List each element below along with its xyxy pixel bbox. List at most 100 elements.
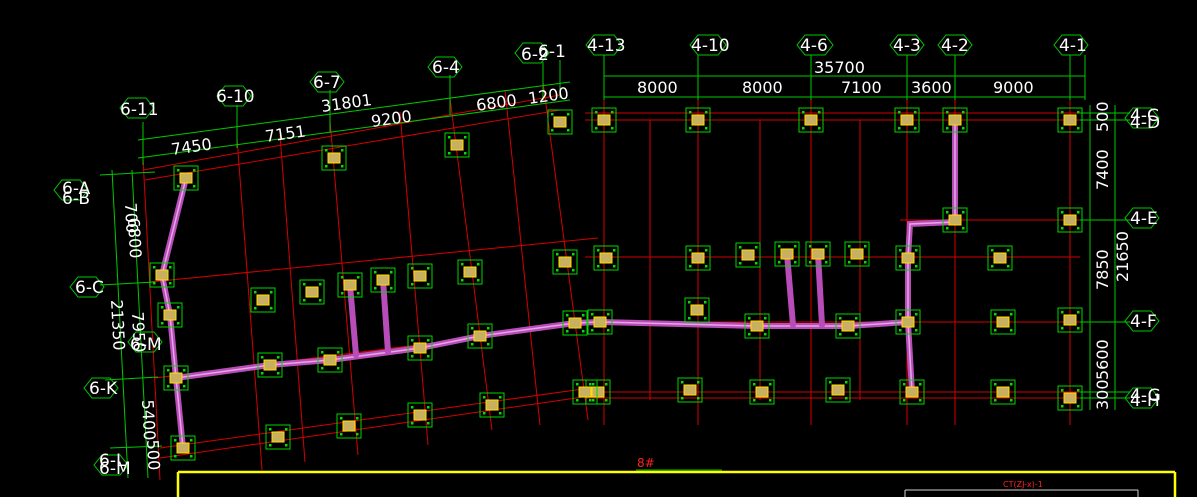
pile-marker xyxy=(994,383,997,386)
pile-marker xyxy=(277,372,280,375)
pile-marker xyxy=(277,356,280,359)
pile-marker xyxy=(411,422,414,425)
pile-marker xyxy=(254,291,257,294)
pile-marker xyxy=(592,383,595,386)
dim-right-4: 5600 xyxy=(1093,339,1112,380)
pile-marker xyxy=(572,253,575,256)
pile-marker xyxy=(898,127,901,130)
pile-marker xyxy=(818,127,821,130)
pile-cap xyxy=(553,116,567,128)
foundation-plan-drawing: 4-13 4-10 4-6 4-3 4-2 4-1 4-C 4-D 4-E 4-… xyxy=(53,34,1177,497)
pile-marker xyxy=(167,385,170,388)
pile-marker xyxy=(153,266,156,269)
pile-marker xyxy=(899,329,902,332)
pile-marker xyxy=(592,399,595,402)
pile-marker xyxy=(567,129,570,132)
pile-marker xyxy=(613,265,616,268)
pile-marker xyxy=(705,249,708,252)
pile-marker xyxy=(477,279,480,282)
pile-marker xyxy=(576,399,579,402)
pile-marker xyxy=(269,428,272,431)
pile-marker xyxy=(1061,211,1064,214)
pile-marker xyxy=(341,292,344,295)
pile-marker xyxy=(688,317,691,320)
pile-cap xyxy=(327,152,341,164)
pile-marker xyxy=(427,339,430,342)
pile-marker xyxy=(764,333,767,336)
pile-cap xyxy=(323,354,337,366)
pile-marker xyxy=(427,422,430,425)
pile-marker xyxy=(903,383,906,386)
pile-marker xyxy=(461,279,464,282)
pile-marker xyxy=(325,165,328,168)
axis-4-2: 4-2 xyxy=(941,36,969,56)
pile-cap xyxy=(473,330,487,342)
pile-cap xyxy=(905,386,919,398)
axis-4-h: 4-H xyxy=(1130,391,1160,411)
pile-cap xyxy=(169,372,183,384)
dim-right-total: 21650 xyxy=(1113,231,1132,282)
pile-marker xyxy=(681,397,684,400)
pile-marker xyxy=(915,249,918,252)
pile-marker xyxy=(755,246,758,249)
pile-cap xyxy=(450,139,464,151)
pile-marker xyxy=(551,113,554,116)
pile-marker xyxy=(994,329,997,332)
pile-marker xyxy=(611,111,614,114)
pile-marker xyxy=(270,291,273,294)
pile-marker xyxy=(704,317,707,320)
pile-cap xyxy=(750,320,764,332)
pile-marker xyxy=(190,439,193,442)
pile-marker xyxy=(597,249,600,252)
pile-marker xyxy=(1077,327,1080,330)
pile-marker xyxy=(483,396,486,399)
pile-marker xyxy=(1010,383,1013,386)
pile-cap xyxy=(901,252,915,264)
pile-marker xyxy=(1061,111,1064,114)
pile-marker xyxy=(177,322,180,325)
pile-marker xyxy=(390,271,393,274)
pile-cap xyxy=(741,249,755,261)
pile-marker xyxy=(809,245,812,248)
pile-marker xyxy=(689,265,692,268)
pile-marker xyxy=(748,317,751,320)
pile-marker xyxy=(704,301,707,304)
pile-marker xyxy=(809,261,812,264)
pile-cap xyxy=(568,317,582,329)
pile-marker xyxy=(899,265,902,268)
dim-skew-total: 31801 xyxy=(320,90,373,116)
pile-marker xyxy=(448,136,451,139)
pile-marker xyxy=(337,367,340,370)
pile-marker xyxy=(374,271,377,274)
pile-cap xyxy=(578,386,592,398)
pile-marker xyxy=(864,261,867,264)
axis-4-3: 4-3 xyxy=(893,36,921,56)
pile-marker xyxy=(755,262,758,265)
right-grid-lines xyxy=(585,75,1080,425)
pile-marker xyxy=(177,169,180,172)
pile-cap xyxy=(993,252,1007,264)
pile-marker xyxy=(915,265,918,268)
pile-marker xyxy=(174,455,177,458)
pile-cap xyxy=(901,316,915,328)
pile-cap xyxy=(342,420,356,432)
pile-marker xyxy=(319,283,322,286)
pile-marker xyxy=(802,127,805,130)
pile-marker xyxy=(794,261,797,264)
pile-cap xyxy=(263,359,277,371)
title-block: 8# CT(ZJ-x)-1 xyxy=(176,456,1177,497)
pile-cap xyxy=(811,248,825,260)
pile-marker xyxy=(169,282,172,285)
pile-marker xyxy=(962,111,965,114)
axis-6-1: 6-1 xyxy=(538,42,566,62)
pile-marker xyxy=(427,267,430,270)
pile-marker xyxy=(499,396,502,399)
axis-4-d: 4-D xyxy=(1130,113,1160,133)
pile-marker xyxy=(605,399,608,402)
pile-marker xyxy=(357,292,360,295)
pile-marker xyxy=(576,383,579,386)
dim-left-5: 500 xyxy=(143,439,164,470)
pile-marker xyxy=(464,152,467,155)
pile-marker xyxy=(829,381,832,384)
pile-marker xyxy=(303,283,306,286)
